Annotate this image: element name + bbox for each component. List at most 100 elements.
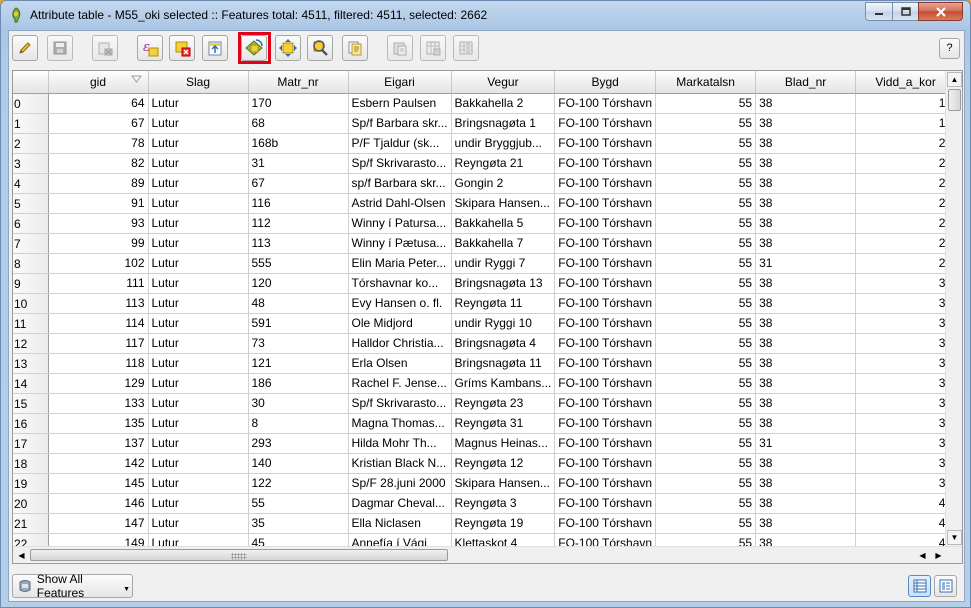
cell-vidd-a-kor[interactable]: 27: [855, 233, 957, 254]
cell-vidd-a-kor[interactable]: 31: [855, 273, 957, 294]
row-header[interactable]: 1: [13, 113, 49, 134]
cell-blad-nr[interactable]: 31: [755, 433, 857, 454]
unselect-all-button[interactable]: [169, 35, 195, 61]
cell-vegur[interactable]: Reyngøta 23: [451, 393, 556, 414]
cell-matr-nr[interactable]: 116: [248, 193, 349, 214]
cell-matr-nr[interactable]: 68: [248, 113, 349, 134]
cell-vegur[interactable]: Magnus Heinas...: [451, 433, 556, 454]
select-by-expression-button[interactable]: ε: [137, 35, 163, 61]
row-header[interactable]: 12: [13, 333, 49, 354]
cell-eigari[interactable]: Ole Midjord: [348, 313, 452, 334]
cell-slag[interactable]: Lutur: [148, 433, 249, 454]
column-header-blad-nr[interactable]: Blad_nr: [755, 71, 857, 94]
cell-matr-nr[interactable]: 293: [248, 433, 349, 454]
table-row[interactable]: 12 117 Lutur 73 Halldor Christia... Bringsnag…: [13, 333, 957, 354]
maximize-button[interactable]: [892, 2, 918, 21]
open-field-calculator-button[interactable]: [453, 35, 479, 61]
cell-eigari[interactable]: Sp/f Barbara skr...: [348, 113, 452, 134]
cell-bygd[interactable]: FO-100 Tórshavn: [554, 453, 657, 474]
cell-markatalsn[interactable]: 55: [655, 373, 757, 394]
table-row[interactable]: 16 135 Lutur 8 Magna Thomas... Reyngøta 31 FO-…: [13, 413, 957, 434]
vertical-scroll-thumb[interactable]: [948, 89, 961, 111]
cell-bygd[interactable]: FO-100 Tórshavn: [554, 213, 657, 234]
cell-eigari[interactable]: sp/f Barbara skr...: [348, 173, 452, 194]
cell-slag[interactable]: Lutur: [148, 493, 249, 514]
cell-slag[interactable]: Lutur: [148, 173, 249, 194]
cell-eigari[interactable]: Esbern Paulsen: [348, 93, 452, 114]
row-header[interactable]: 11: [13, 313, 49, 334]
cell-slag[interactable]: Lutur: [148, 113, 249, 134]
column-header-vegur[interactable]: Vegur: [451, 71, 556, 94]
scroll-right-arrow-icon[interactable]: ◀: [915, 548, 930, 562]
cell-vidd-a-kor[interactable]: 26: [855, 213, 957, 234]
cell-matr-nr[interactable]: 168b: [248, 133, 349, 154]
cell-bygd[interactable]: FO-100 Tórshavn: [554, 93, 657, 114]
cell-markatalsn[interactable]: 55: [655, 273, 757, 294]
cell-vegur[interactable]: Bringsnagøta 11: [451, 353, 556, 374]
save-edits-button[interactable]: [47, 35, 73, 61]
cell-matr-nr[interactable]: 113: [248, 233, 349, 254]
cell-vegur[interactable]: undir Ryggi 10: [451, 313, 556, 334]
cell-matr-nr[interactable]: 48: [248, 293, 349, 314]
cell-markatalsn[interactable]: 55: [655, 393, 757, 414]
cell-markatalsn[interactable]: 55: [655, 173, 757, 194]
cell-bygd[interactable]: FO-100 Tórshavn: [554, 253, 657, 274]
cell-eigari[interactable]: Winny í Pætusa...: [348, 233, 452, 254]
cell-vegur[interactable]: undir Bryggjub...: [451, 133, 556, 154]
form-view-button[interactable]: [934, 575, 957, 597]
column-header-eigari[interactable]: Eigari: [348, 71, 452, 94]
table-row[interactable]: 20 146 Lutur 55 Dagmar Cheval... Reyngøta 3 FO…: [13, 493, 957, 514]
cell-gid[interactable]: 142: [48, 453, 149, 474]
cell-vidd-a-kor[interactable]: 32: [855, 293, 957, 314]
cell-gid[interactable]: 67: [48, 113, 149, 134]
column-header-bygd[interactable]: Bygd: [554, 71, 657, 94]
table-row[interactable]: 0 64 Lutur 170 Esbern Paulsen Bakkahella 2 FO-…: [13, 93, 957, 114]
cell-markatalsn[interactable]: 55: [655, 493, 757, 514]
cell-matr-nr[interactable]: 122: [248, 473, 349, 494]
cell-eigari[interactable]: Erla Olsen: [348, 353, 452, 374]
table-row[interactable]: 13 118 Lutur 121 Erla Olsen Bringsnagøta 11 FO…: [13, 353, 957, 374]
cell-blad-nr[interactable]: 38: [755, 333, 857, 354]
cell-slag[interactable]: Lutur: [148, 333, 249, 354]
row-header[interactable]: 14: [13, 373, 49, 394]
table-row[interactable]: 15 133 Lutur 30 Sp/f Skrivarasto... Reyngøta …: [13, 393, 957, 414]
cell-slag[interactable]: Lutur: [148, 193, 249, 214]
table-row[interactable]: 5 91 Lutur 116 Astrid Dahl-Olsen Skipara Hans…: [13, 193, 957, 214]
filter-dropdown-button[interactable]: Show All Features ▼: [12, 572, 133, 600]
help-button[interactable]: ?: [939, 38, 960, 59]
cell-markatalsn[interactable]: 55: [655, 293, 757, 314]
cell-matr-nr[interactable]: 55: [248, 493, 349, 514]
cell-eigari[interactable]: Winny í Patursa...: [348, 213, 452, 234]
row-header[interactable]: 16: [13, 413, 49, 434]
cell-markatalsn[interactable]: 55: [655, 133, 757, 154]
cell-eigari[interactable]: Elin Maria Peter...: [348, 253, 452, 274]
cell-eigari[interactable]: Sp/f Skrivarasto...: [348, 153, 452, 174]
cell-vegur[interactable]: Bringsnagøta 13: [451, 273, 556, 294]
cell-eigari[interactable]: Halldor Christia...: [348, 333, 452, 354]
cell-blad-nr[interactable]: 38: [755, 473, 857, 494]
cell-blad-nr[interactable]: 38: [755, 273, 857, 294]
cell-blad-nr[interactable]: 38: [755, 373, 857, 394]
cell-slag[interactable]: Lutur: [148, 473, 249, 494]
cell-markatalsn[interactable]: 55: [655, 513, 757, 534]
cell-bygd[interactable]: FO-100 Tórshavn: [554, 113, 657, 134]
cell-eigari[interactable]: Astrid Dahl-Olsen: [348, 193, 452, 214]
cell-bygd[interactable]: FO-100 Tórshavn: [554, 373, 657, 394]
close-button[interactable]: [918, 2, 963, 21]
cell-gid[interactable]: 89: [48, 173, 149, 194]
table-row[interactable]: 4 89 Lutur 67 sp/f Barbara skr... Gongin 2 FO-…: [13, 173, 957, 194]
cell-blad-nr[interactable]: 38: [755, 133, 857, 154]
table-row[interactable]: 21 147 Lutur 35 Ella Niclasen Reyngøta 19 FO-1…: [13, 513, 957, 534]
table-row[interactable]: 18 142 Lutur 140 Kristian Black N... Reyngøta…: [13, 453, 957, 474]
cell-blad-nr[interactable]: 31: [755, 253, 857, 274]
cell-markatalsn[interactable]: 55: [655, 93, 757, 114]
cell-blad-nr[interactable]: 38: [755, 233, 857, 254]
table-row[interactable]: 2 78 Lutur 168b P/F Tjaldur (sk... undir Bryg…: [13, 133, 957, 154]
cell-markatalsn[interactable]: 55: [655, 413, 757, 434]
cell-bygd[interactable]: FO-100 Tórshavn: [554, 133, 657, 154]
cell-bygd[interactable]: FO-100 Tórshavn: [554, 273, 657, 294]
cell-bygd[interactable]: FO-100 Tórshavn: [554, 233, 657, 254]
cell-bygd[interactable]: FO-100 Tórshavn: [554, 173, 657, 194]
cell-vegur[interactable]: Gríms Kambans...: [451, 373, 556, 394]
cell-vidd-a-kor[interactable]: 18: [855, 113, 957, 134]
